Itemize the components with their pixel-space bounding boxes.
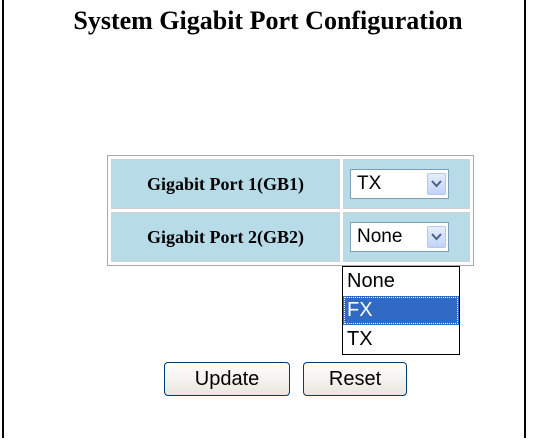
- update-button[interactable]: Update: [164, 362, 290, 396]
- dropdown-option-tx[interactable]: TX: [343, 325, 459, 354]
- port2-dropdown-list: None FX TX: [342, 266, 460, 355]
- table-row: Gigabit Port 1(GB1) TX: [111, 159, 470, 209]
- port-config-table: Gigabit Port 1(GB1) TX Gigabit Port 2(GB…: [107, 155, 474, 266]
- reset-button[interactable]: Reset: [303, 362, 407, 396]
- port1-label: Gigabit Port 1(GB1): [111, 159, 340, 209]
- chevron-down-icon[interactable]: [427, 226, 446, 248]
- port2-select[interactable]: None: [350, 222, 449, 252]
- dropdown-option-none[interactable]: None: [343, 267, 459, 296]
- port1-select-value: TX: [357, 173, 382, 194]
- table-row: Gigabit Port 2(GB2) None: [111, 212, 470, 262]
- chevron-down-icon[interactable]: [427, 173, 446, 195]
- port2-select-value: None: [357, 226, 403, 247]
- dropdown-option-fx[interactable]: FX: [343, 296, 459, 325]
- port2-cell: None: [343, 212, 470, 262]
- port1-select[interactable]: TX: [350, 169, 449, 199]
- port2-label: Gigabit Port 2(GB2): [111, 212, 340, 262]
- page-title: System Gigabit Port Configuration: [73, 6, 463, 35]
- port1-cell: TX: [343, 159, 470, 209]
